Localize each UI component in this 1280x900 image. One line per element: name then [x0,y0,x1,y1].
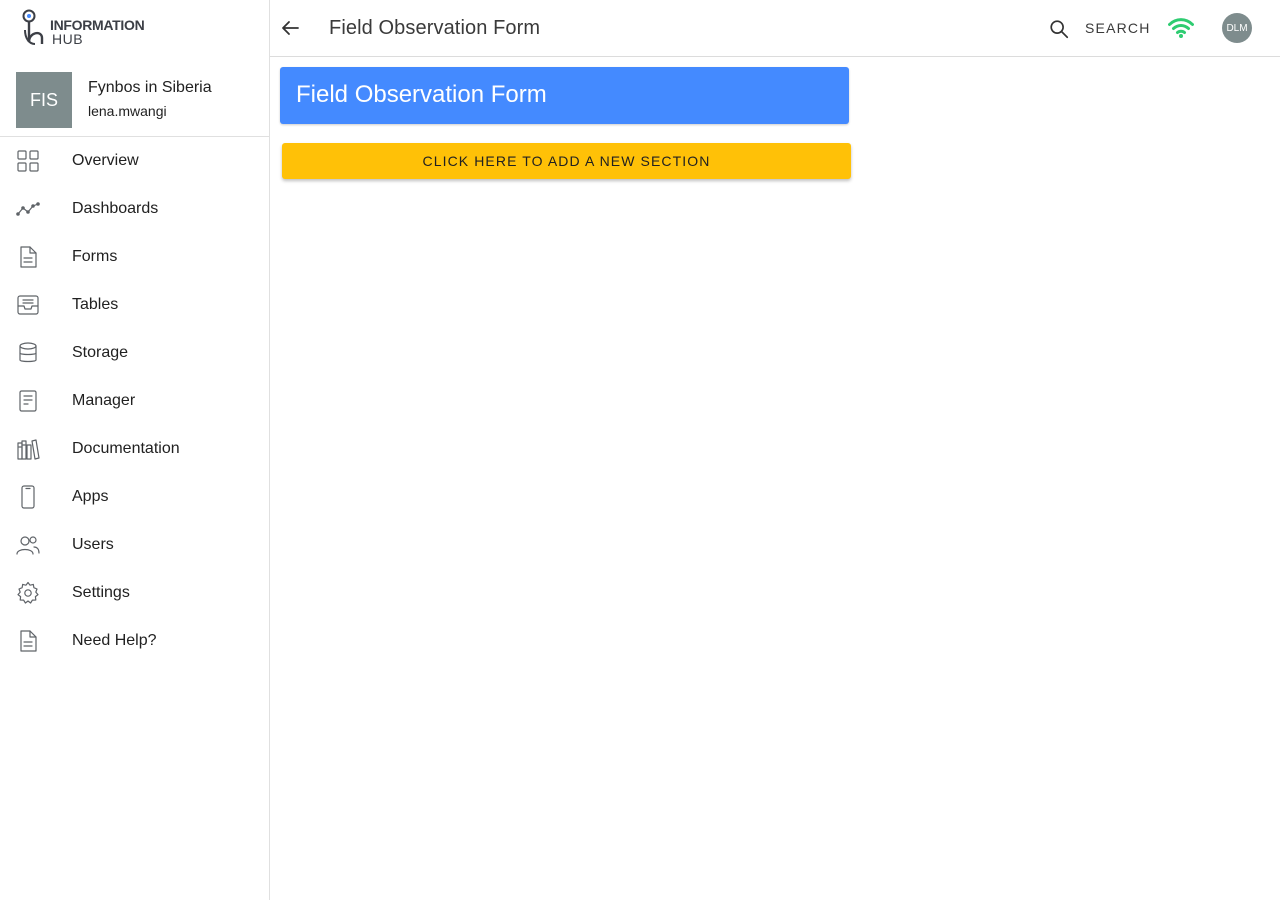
form-header-card: Field Observation Form [280,67,849,124]
sidebar-item-dashboards[interactable]: Dashboards [0,185,269,233]
project-name: Fynbos in Siberia [88,79,212,96]
sidebar-item-label: Overview [72,152,139,169]
search-label: SEARCH [1085,20,1151,36]
sidebar: INFORMATION HUB FIS Fynbos in Siberia le… [0,0,270,900]
add-section-button[interactable]: CLICK HERE TO ADD A NEW SECTION [282,143,851,179]
notepad-icon [16,389,40,413]
database-icon [16,341,40,365]
wifi-icon [1168,16,1194,40]
sidebar-item-forms[interactable]: Forms [0,233,269,281]
sidebar-item-apps[interactable]: Apps [0,473,269,521]
trend-line-icon [16,197,40,221]
mobile-phone-icon [16,485,40,509]
sidebar-item-label: Dashboards [72,200,159,217]
sidebar-item-label: Forms [72,248,118,265]
gear-icon [16,581,40,605]
account-username: lena.mwangi [88,103,167,119]
user-avatar[interactable]: DLM [1222,13,1252,43]
sidebar-item-tables[interactable]: Tables [0,281,269,329]
account-header[interactable]: FIS Fynbos in Siberia lena.mwangi [0,64,269,137]
sidebar-item-label: Users [72,536,114,553]
sidebar-item-manager[interactable]: Manager [0,377,269,425]
sidebar-item-documentation[interactable]: Documentation [0,425,269,473]
top-app-bar: Field Observation Form SEARCH DLM [270,0,1280,57]
back-button[interactable] [278,16,302,40]
grid-icon [16,149,40,173]
inbox-tray-icon [16,293,40,317]
search-icon [1050,20,1069,39]
sidebar-item-label: Settings [72,584,130,601]
logo-mark-icon [22,9,44,45]
books-icon [16,437,40,461]
sidebar-item-label: Manager [72,392,136,409]
information-hub-logo[interactable]: INFORMATION HUB [20,8,160,48]
sidebar-item-label: Documentation [72,440,180,457]
sidebar-item-label: Storage [72,344,129,361]
sidebar-nav: Overview Dashboards Forms Tables Storage… [0,137,269,665]
sidebar-item-overview[interactable]: Overview [0,137,269,185]
document-icon [16,245,40,269]
logo-text-hub: HUB [52,31,84,47]
users-icon [16,533,40,557]
sidebar-item-users[interactable]: Users [0,521,269,569]
form-title: Field Observation Form [296,81,547,108]
sidebar-item-label: Tables [72,296,119,313]
page-title: Field Observation Form [329,17,541,39]
sidebar-item-storage[interactable]: Storage [0,329,269,377]
arrow-left-icon [282,21,299,35]
help-document-icon [16,629,40,653]
app-root: INFORMATION HUB FIS Fynbos in Siberia le… [0,0,1280,900]
sidebar-item-label: Need Help? [72,632,157,649]
sidebar-item-need-help[interactable]: Need Help? [0,617,269,665]
sidebar-item-settings[interactable]: Settings [0,569,269,617]
project-avatar: FIS [16,72,72,128]
sidebar-item-label: Apps [72,488,109,505]
